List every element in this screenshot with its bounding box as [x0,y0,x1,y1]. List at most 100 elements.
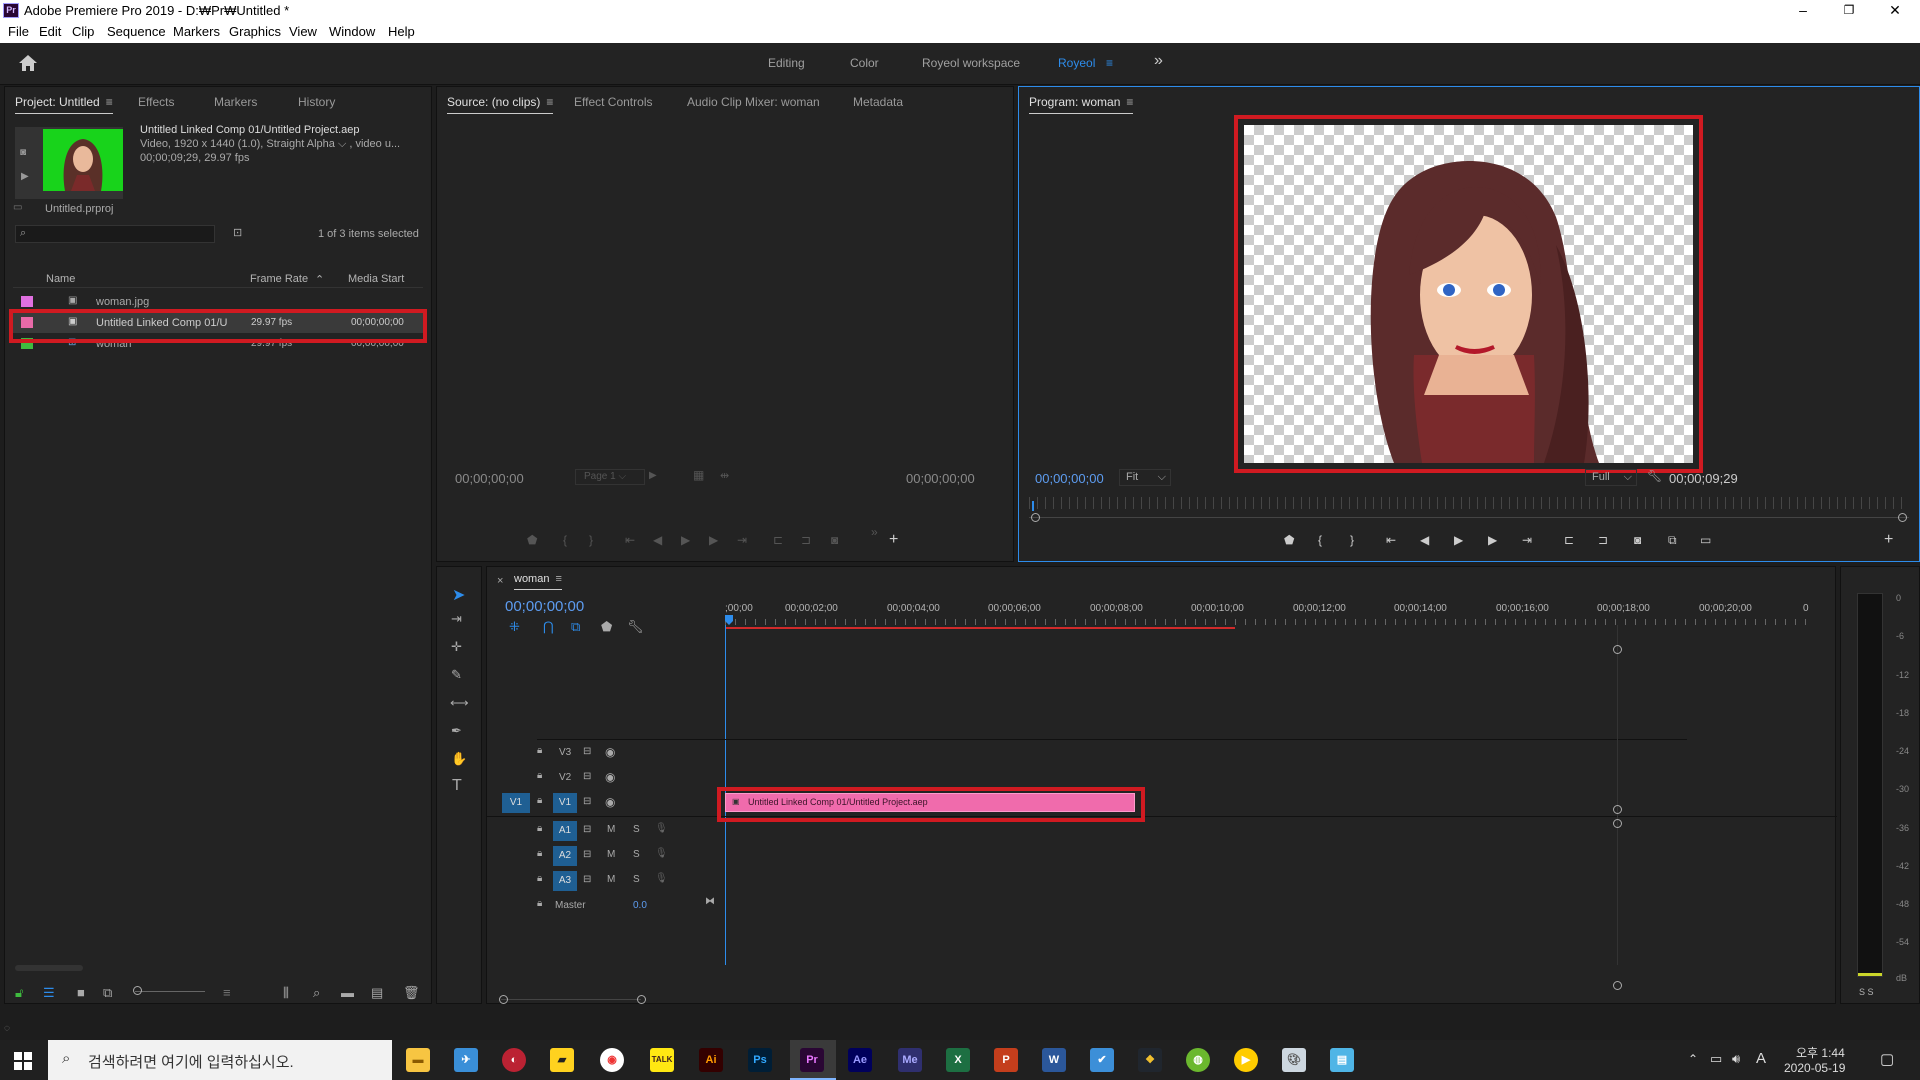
close-button[interactable]: ✕ [1872,0,1918,22]
volume-icon[interactable]: 🔊︎ [1732,1051,1740,1067]
tab-audio-clip-mixer[interactable]: Audio Clip Mixer: woman [687,95,820,109]
source-zoom-icon[interactable]: ⇹ [720,469,729,482]
ime-indicator[interactable]: A [1756,1050,1766,1067]
column-name[interactable]: Name [46,273,75,285]
sync-lock-icon[interactable]: ⊟ [583,824,591,835]
maximize-button[interactable]: ❐ [1826,0,1872,22]
column-media-start[interactable]: Media Start [348,273,404,285]
new-bin-icon[interactable]: ▬ [341,985,354,1000]
comparison-view-icon[interactable]: ⧉ [1668,533,1677,548]
bird-app-icon[interactable]: ✈ [454,1048,478,1072]
icon-view-icon[interactable]: ■ [77,985,85,1000]
chrome-icon[interactable]: ◉ [600,1048,624,1072]
program-playhead[interactable] [1032,501,1034,511]
track-header-v2[interactable]: 🔒︎ V2 ⊟ ◉ [487,766,724,790]
scroll-handle-left[interactable] [1031,513,1040,522]
track-header-a1[interactable]: 🔒︎ A1 ⊟ M S 🎙︎ [487,819,724,843]
sort-icons-icon[interactable]: ≡ [223,985,231,1000]
media-player-icon[interactable]: ▶ [1234,1048,1258,1072]
lift-icon[interactable]: ⊏ [1564,533,1574,547]
program-timecode[interactable]: 00;00;00;00 [1035,471,1104,486]
timeline-timecode[interactable]: 00;00;00;00 [505,598,584,615]
master-volume[interactable]: 0.0 [633,900,647,911]
clock-time[interactable]: 오후 1:44 [1796,1044,1845,1061]
vscroll-handle[interactable] [1613,981,1622,990]
resolution-dropdown[interactable]: Full ⌵ [1585,469,1637,486]
workspace-royeol-workspace[interactable]: Royeol workspace [922,56,1020,70]
source-settings-icon[interactable]: ▦ [693,468,704,482]
app-icon[interactable]: ◐ [502,1048,526,1072]
tab-effects[interactable]: Effects [138,95,174,109]
tab-sequence-woman[interactable]: woman ≡ [514,573,562,590]
mute-button[interactable]: M [607,874,615,885]
add-button-icon[interactable]: + [889,531,898,549]
app-icon[interactable]: ◍ [1186,1048,1210,1072]
solo-button[interactable]: S [633,849,640,860]
mark-out-icon[interactable]: } [1350,533,1354,547]
automate-to-sequence-icon[interactable]: ⫼ [283,985,289,1001]
sort-asc-icon[interactable]: ⌃ [315,273,324,286]
eye-icon[interactable]: ◉ [605,745,615,759]
track-select-tool-icon[interactable]: ⇥ [451,611,462,627]
step-back-icon[interactable]: ◀ [653,533,662,547]
menu-graphics[interactable]: Graphics [229,24,281,39]
list-view-icon[interactable]: ☰ [43,985,55,1001]
camera-icon[interactable]: ◙ [20,147,26,158]
go-to-in-icon[interactable]: ⇤ [625,533,635,547]
play-icon[interactable]: ▶ [1454,533,1463,547]
track-label[interactable]: A3 [553,871,577,891]
page-next-icon[interactable]: ▶ [649,470,657,481]
step-forward-icon[interactable]: ▶ [709,533,718,547]
eye-icon[interactable]: ◉ [605,795,615,809]
track-lock-icon[interactable]: 🔒︎ [537,898,542,909]
track-label[interactable]: V1 [553,793,577,813]
track-lock-icon[interactable]: 🔒︎ [537,770,542,781]
add-marker-icon[interactable]: ⬟ [527,533,537,547]
linked-selection-icon[interactable]: ⧉ [571,619,580,635]
kakaotalk-icon[interactable]: TALK [650,1048,674,1072]
sticky-notes-icon[interactable]: ▰ [550,1048,574,1072]
search-input[interactable]: ⌕ [15,225,215,243]
go-to-out-icon[interactable]: ⇥ [1522,533,1532,547]
workspace-royeol[interactable]: Royeol [1058,56,1095,70]
media-encoder-icon[interactable]: Me [898,1048,922,1072]
master-expand-icon[interactable]: ⧓ [705,896,715,907]
notifications-icon[interactable]: ▢ [1880,1050,1894,1068]
sync-lock-icon[interactable]: ⊟ [583,849,591,860]
search-field[interactable] [34,227,210,241]
track-lock-icon[interactable]: 🔒︎ [537,745,542,756]
insert-icon[interactable]: ⊏ [773,533,783,547]
track-header-v1[interactable]: V1 🔒︎ V1 ⊟ ◉ [487,791,724,815]
sync-lock-icon[interactable]: ⊟ [583,746,591,757]
photoshop-icon[interactable]: Ps [748,1048,772,1072]
snap-magnet-icon[interactable]: ⋂ [543,619,554,635]
mic-icon[interactable]: 🎙︎ [655,848,668,859]
solo-button[interactable]: S [633,824,640,835]
export-frame-icon[interactable]: ◙ [831,533,838,547]
app-icon[interactable]: ❖ [1138,1048,1162,1072]
go-to-out-icon[interactable]: ⇥ [737,533,747,547]
paint-icon[interactable]: 🎨︎ [1282,1048,1306,1072]
mic-icon[interactable]: 🎙︎ [655,873,668,884]
tab-markers[interactable]: Markers [214,95,257,109]
track-label[interactable]: A2 [553,846,577,866]
sync-lock-icon[interactable]: ⊟ [583,874,591,885]
new-item-icon[interactable]: ▤ [371,985,383,1001]
menu-file[interactable]: File [8,24,29,39]
hand-tool-icon[interactable]: ✋ [451,751,467,767]
powerpoint-icon[interactable]: P [994,1048,1018,1072]
tray-expand-icon[interactable]: ⌃ [1688,1052,1698,1066]
add-button-icon[interactable]: + [1884,531,1893,549]
tab-effect-controls[interactable]: Effect Controls [574,95,652,109]
app-icon[interactable]: ✔ [1090,1048,1114,1072]
add-marker-icon[interactable]: ⬟ [1284,533,1294,547]
zoom-slider-handle[interactable] [133,986,142,995]
hscroll-handle-left[interactable] [499,995,508,1004]
word-icon[interactable]: W [1042,1048,1066,1072]
play-thumbnail-icon[interactable]: ▶ [21,171,29,182]
sync-lock-icon[interactable]: ⊟ [583,771,591,782]
program-ruler[interactable] [1029,497,1909,509]
home-icon[interactable] [18,54,38,72]
tab-project[interactable]: Project: Untitled ≡ [15,95,113,114]
play-icon[interactable]: ▶ [681,533,690,547]
